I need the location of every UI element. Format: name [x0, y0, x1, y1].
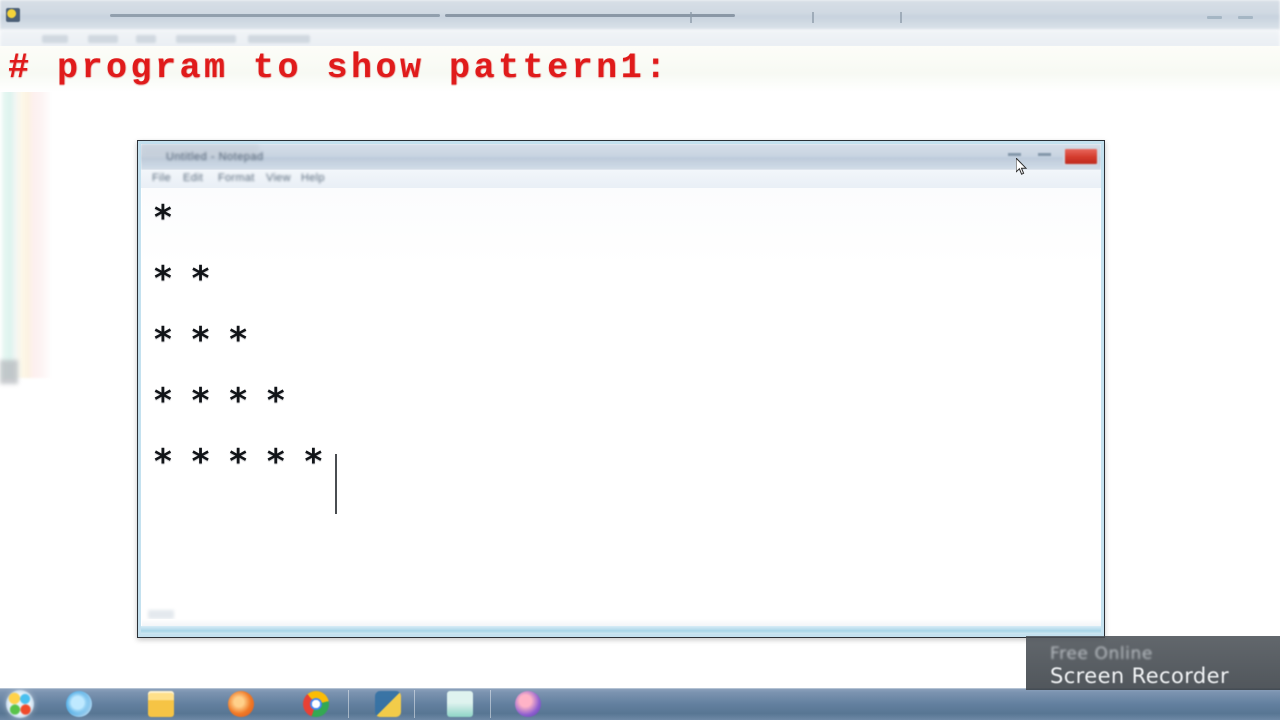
media-app-icon[interactable] [515, 691, 541, 717]
notepad-close-button[interactable] [1063, 147, 1099, 166]
internet-explorer-icon[interactable] [66, 691, 92, 717]
notepad-maximize-button[interactable] [1038, 153, 1051, 156]
screen-recorder-watermark: Free Online Screen Recorder [1026, 636, 1280, 690]
notepad-status-blob [148, 610, 174, 619]
background-left-marker [0, 360, 18, 384]
firefox-icon[interactable] [228, 691, 254, 717]
notepad-minimize-button[interactable] [1008, 153, 1021, 156]
notepad-window[interactable]: Untitled - Notepad File Edit Format View… [137, 140, 1105, 638]
notepad-menu-help[interactable]: Help [301, 172, 325, 184]
chrome-icon[interactable] [303, 691, 329, 717]
notepad-titlebar[interactable] [141, 144, 1101, 170]
pattern-output-text: * * * * * * * * * * * * * * * [154, 198, 327, 482]
notepad-title-text: Untitled - Notepad [166, 151, 264, 163]
python-icon[interactable] [375, 691, 401, 717]
file-explorer-icon[interactable] [148, 691, 174, 717]
taskbar-separator-3 [490, 690, 491, 718]
watermark-line-1: Free Online [1050, 644, 1153, 664]
background-menu-item-3[interactable] [136, 35, 156, 43]
notepad-menu-format[interactable]: Format [218, 172, 255, 184]
background-minimize-button[interactable] [1207, 16, 1222, 19]
screen-root: # program to show pattern1: Untitled - N… [0, 0, 1280, 720]
text-caret [335, 454, 337, 514]
background-tab-underline [110, 14, 440, 17]
background-menu-item-2[interactable] [88, 35, 118, 43]
background-left-gutter [0, 48, 52, 378]
background-menu-item-1[interactable] [42, 35, 68, 43]
background-maximize-button[interactable] [1238, 16, 1253, 19]
background-menu-item-4[interactable] [176, 35, 236, 43]
notepad-menu-edit[interactable]: Edit [183, 172, 203, 184]
explorer-window-icon[interactable] [447, 691, 473, 717]
background-tick-2 [812, 12, 814, 23]
notepad-menu-view[interactable]: View [266, 172, 291, 184]
background-tick-1 [690, 12, 692, 23]
code-comment-text: # program to show pattern1: [8, 48, 670, 88]
notepad-text-area[interactable]: * * * * * * * * * * * * * * * [142, 188, 1100, 619]
notepad-bottom-glass-edge [141, 626, 1101, 634]
notepad-statusbar [142, 619, 1102, 626]
taskbar[interactable] [0, 688, 1280, 720]
notepad-menu-file[interactable]: File [152, 172, 171, 184]
background-app-icon [6, 8, 20, 22]
background-menu-item-5[interactable] [248, 35, 310, 43]
taskbar-separator-1 [348, 690, 349, 718]
watermark-line-2: Screen Recorder [1050, 664, 1229, 688]
start-button-icon[interactable] [6, 690, 34, 718]
background-tick-3 [900, 12, 902, 23]
taskbar-separator-2 [414, 690, 415, 718]
